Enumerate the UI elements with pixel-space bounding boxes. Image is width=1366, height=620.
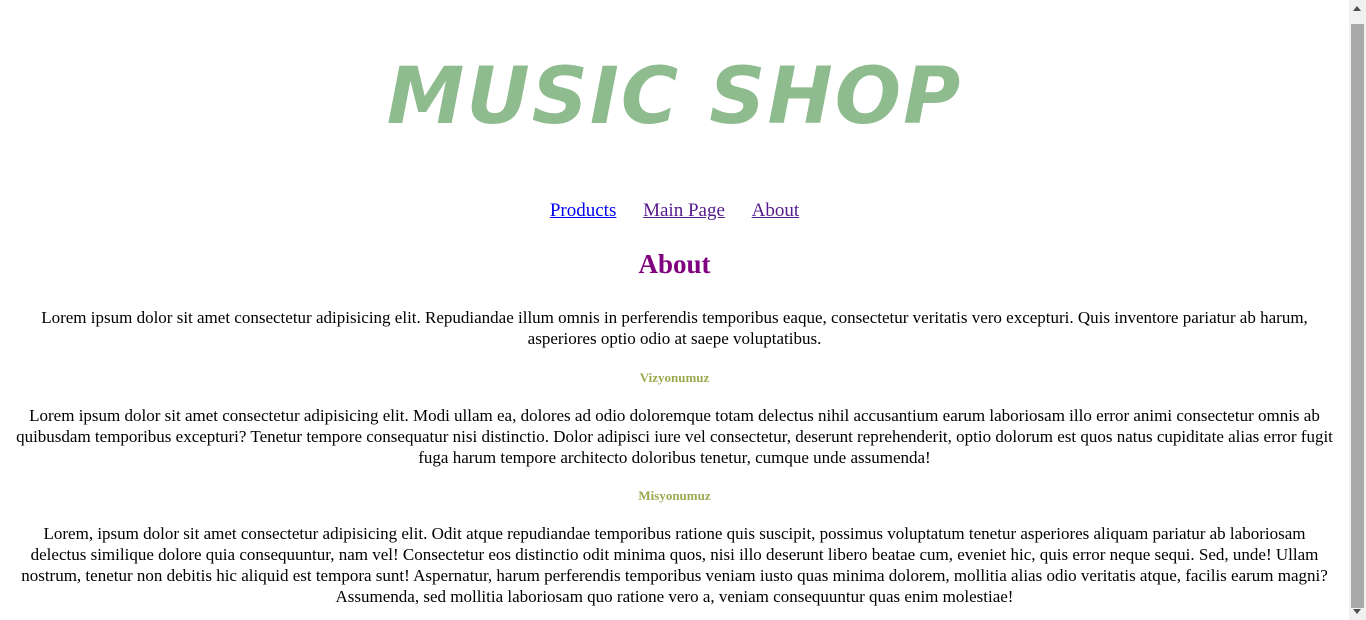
page-title: About <box>638 249 711 279</box>
vision-paragraph: Lorem ipsum dolor sit amet consectetur a… <box>16 406 1333 467</box>
intro-paragraph: Lorem ipsum dolor sit amet consectetur a… <box>41 308 1308 348</box>
scroll-thumb[interactable] <box>1351 24 1364 608</box>
nav-link-about[interactable]: About <box>752 200 800 221</box>
scroll-up-arrow-icon[interactable] <box>1353 6 1361 11</box>
mission-heading: Misyonumuz <box>638 488 711 503</box>
mission-paragraph: Lorem, ipsum dolor sit amet consectetur … <box>21 524 1328 606</box>
scroll-down-arrow-icon[interactable] <box>1353 609 1361 614</box>
nav-link-main-page[interactable]: Main Page <box>643 200 725 221</box>
vertical-scrollbar[interactable] <box>1349 0 1366 620</box>
vision-heading: Vizyonumuz <box>639 370 710 385</box>
page: MUSIC SHOP Products Main Page About Abou… <box>0 0 1349 620</box>
nav-link-products[interactable]: Products <box>550 200 617 221</box>
logo: MUSIC SHOP <box>386 52 963 142</box>
main-nav: Products Main Page About <box>0 200 1349 222</box>
